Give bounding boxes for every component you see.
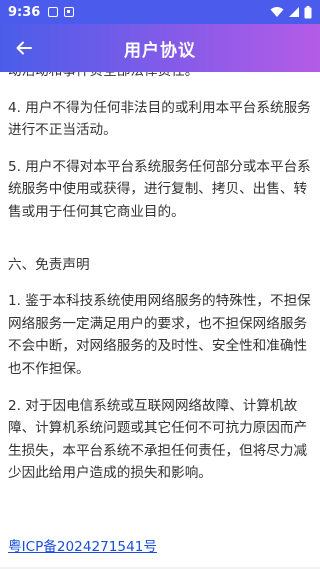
section-6-heading: 六、免责声明 (8, 256, 90, 273)
icp-link[interactable]: 粤ICP备2024271541号 (8, 539, 157, 555)
agreement-scroll: 动活动和事件负全部法律责任。 4. 用户不得为任何非法目的或利用本平台系统服务进… (0, 72, 320, 555)
disclaimer-2: 2. 对于因电信系统或互联网网络故障、计算机故障、计算机系统问题或其它任何不可抗… (8, 397, 308, 482)
partial-paragraph: 动活动和事件负全部法律责任。 (8, 72, 312, 83)
page-title: 用户协议 (124, 40, 196, 61)
clause-5: 5. 用户不得对本平台系统服务任何部分或本平台系统服务中使用或获得，进行复制、拷… (8, 158, 311, 220)
system-icons (270, 5, 312, 19)
clause-4: 4. 用户不得为任何非法目的或利用本平台系统服务进行不正当活动。 (8, 99, 311, 139)
app-bar: 用户协议 (0, 24, 320, 72)
back-button[interactable] (6, 30, 42, 66)
image-notification-icon (64, 7, 75, 17)
arrow-left-icon (16, 41, 32, 55)
disclaimer-1: 1. 鉴于本科技系统使用网络服务的特殊性，不担保网络服务一定满足用户的要求，也不… (8, 293, 311, 377)
wifi-icon (270, 7, 284, 17)
status-bar: 9:36 (0, 0, 320, 24)
status-time: 9:36 (8, 4, 41, 20)
agreement-content[interactable]: 动活动和事件负全部法律责任。 4. 用户不得为任何非法目的或利用本平台系统服务进… (0, 72, 320, 569)
signal-icon (289, 7, 299, 17)
notification-icons (48, 7, 75, 17)
notification-icon (48, 7, 59, 17)
battery-icon (304, 5, 312, 18)
